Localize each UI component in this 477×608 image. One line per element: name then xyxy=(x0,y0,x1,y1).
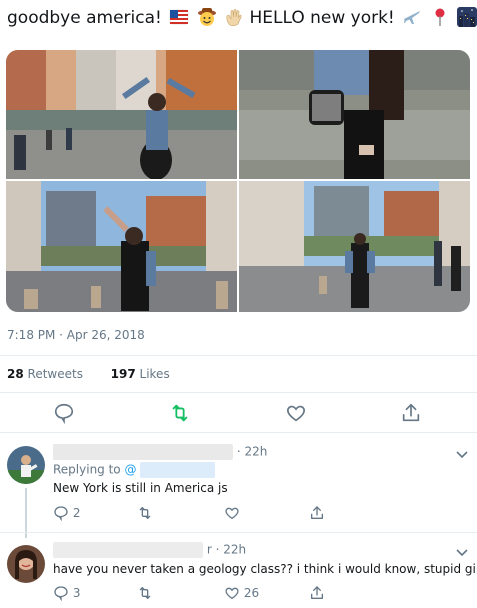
night-city-icon xyxy=(456,7,477,27)
reply-time[interactable]: · 22h xyxy=(237,445,268,459)
retweets-stat[interactable]: 28 Retweets xyxy=(7,367,83,381)
reply-retweet-button[interactable] xyxy=(137,585,153,601)
thread-line xyxy=(25,488,27,538)
avatar[interactable] xyxy=(7,446,45,484)
reply-retweet-button[interactable] xyxy=(137,505,153,521)
reply-header: r · 22h xyxy=(53,542,246,558)
share-icon xyxy=(311,506,323,519)
retweet-icon xyxy=(139,587,151,599)
heart-icon xyxy=(225,587,239,600)
reply-reply-button[interactable]: 3 xyxy=(53,585,80,602)
redacted-handle xyxy=(140,462,216,478)
reply-icon xyxy=(54,586,68,602)
reply-like-button[interactable] xyxy=(224,505,240,521)
round-pushpin-icon xyxy=(430,7,450,27)
divider xyxy=(0,355,477,356)
photo-pointing-pose[interactable] xyxy=(6,181,237,312)
divider xyxy=(0,532,477,533)
likes-stat[interactable]: 197 Likes xyxy=(111,367,170,381)
tweet-text-part1: goodbye america! xyxy=(7,8,162,28)
photo-sitting-on-ledge[interactable] xyxy=(239,50,470,179)
avatar[interactable] xyxy=(7,545,45,583)
divider xyxy=(0,432,477,433)
retweet-icon xyxy=(139,507,151,519)
redacted-username xyxy=(53,542,203,558)
cowboy-face-icon xyxy=(197,7,217,27)
tweet-text: goodbye america! HELLO new york! xyxy=(7,6,477,30)
reply-like-button[interactable]: 26 xyxy=(224,585,259,601)
retweet-icon xyxy=(172,404,188,422)
retweet-button[interactable] xyxy=(169,402,193,426)
photo-washington-square-arch[interactable] xyxy=(6,50,237,179)
reply-share-button[interactable] xyxy=(309,585,325,601)
tweet-stats: 28 Retweets 197 Likes xyxy=(7,367,170,381)
tweet-timestamp[interactable]: 7:18 PM · Apr 26, 2018 xyxy=(7,328,145,342)
reply-icon xyxy=(54,506,68,522)
photo-standing-in-plaza[interactable] xyxy=(239,181,470,312)
reply-reply-button[interactable]: 2 xyxy=(53,505,80,522)
reply-header: · 22h xyxy=(53,444,267,460)
waving-hand-icon xyxy=(224,7,244,27)
tweet-text-part2: HELLO new york! xyxy=(249,8,395,28)
replying-to-handle[interactable]: @ xyxy=(124,463,136,477)
heart-icon xyxy=(287,405,305,422)
reply-share-button[interactable] xyxy=(309,505,325,521)
like-button[interactable] xyxy=(285,402,309,426)
share-icon xyxy=(311,586,323,599)
reply-time[interactable]: r · 22h xyxy=(207,543,246,557)
heart-icon xyxy=(225,507,239,520)
reply-text: have you never taken a geology class?? i… xyxy=(53,562,477,576)
divider xyxy=(0,392,477,393)
airplane-icon xyxy=(402,7,422,27)
share-icon xyxy=(402,403,420,422)
us-flag-icon xyxy=(169,7,189,27)
reply-button[interactable] xyxy=(53,402,77,426)
share-button[interactable] xyxy=(400,402,424,426)
reply-text: New York is still in America js xyxy=(53,481,228,495)
redacted-username xyxy=(53,444,233,460)
media-grid xyxy=(6,50,470,312)
chevron-down-icon[interactable] xyxy=(455,544,469,558)
replying-to: Replying to @ xyxy=(53,462,216,478)
reply-icon xyxy=(54,403,74,425)
chevron-down-icon[interactable] xyxy=(455,446,469,460)
